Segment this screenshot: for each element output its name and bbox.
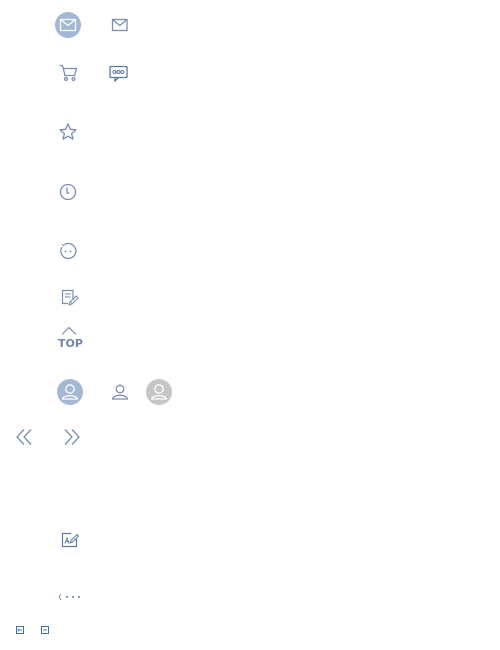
clock-icon[interactable]	[58, 182, 78, 202]
collapse-box-icon[interactable]	[40, 625, 50, 635]
back-to-top-label: TOP	[58, 337, 83, 350]
chat-bubble-icon[interactable]	[108, 64, 130, 84]
expand-box-icon[interactable]	[15, 625, 25, 635]
user-icon[interactable]	[110, 382, 130, 402]
edit-note-icon[interactable]	[60, 288, 80, 308]
signature-icon[interactable]	[60, 530, 80, 550]
star-icon[interactable]	[58, 122, 78, 142]
mail-filled-icon[interactable]	[55, 12, 81, 38]
double-chevron-left-icon[interactable]	[15, 428, 35, 446]
user-avatar-filled-icon[interactable]	[57, 379, 83, 405]
double-chevron-right-icon[interactable]	[62, 428, 82, 446]
more-dots-icon[interactable]	[58, 592, 84, 602]
back-to-top-button[interactable]: TOP	[57, 326, 83, 352]
cart-icon[interactable]	[58, 63, 80, 83]
user-avatar-gray-icon[interactable]	[146, 379, 172, 405]
face-icon[interactable]	[58, 241, 78, 261]
mail-icon[interactable]	[110, 17, 130, 33]
back-to-top-icon	[61, 326, 77, 335]
